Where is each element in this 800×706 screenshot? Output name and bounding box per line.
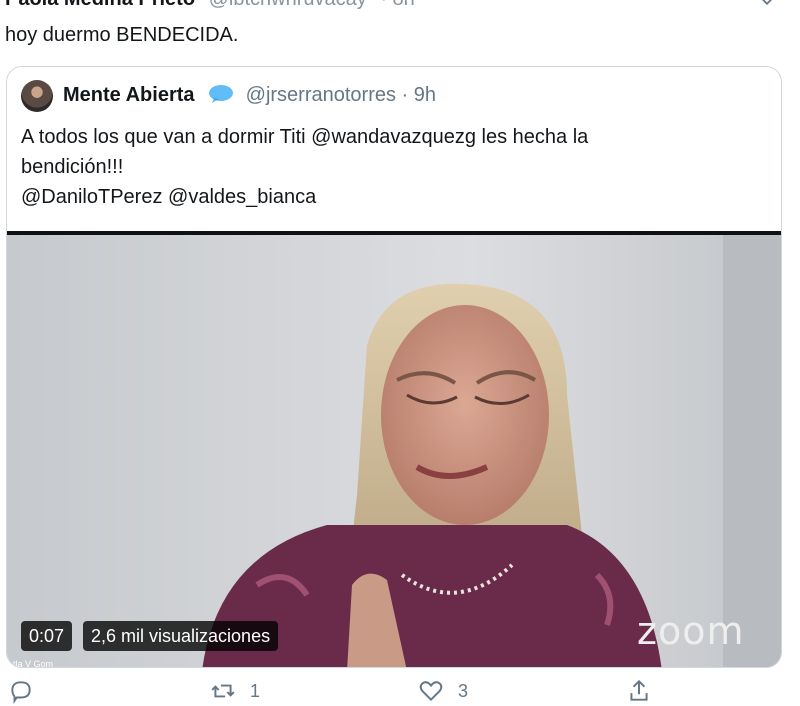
video-frame: tla V Gom — [7, 235, 781, 668]
heart-icon — [419, 681, 443, 702]
quoted-author-handle[interactable]: @jrserranotorres · 9h — [246, 84, 436, 106]
quoted-tweet-card[interactable]: Mente Abierta @jrserranotorres · 9h A to… — [6, 66, 782, 668]
video-player[interactable]: tla V Gom 0:07 2,6 mil visualizaciones z… — [7, 231, 781, 668]
quoted-text-line: @DaniloTPerez @valdes_bianca — [21, 186, 317, 208]
quoted-tweet-text: A todos los que van a dormir Titi @wanda… — [21, 122, 761, 212]
video-corner-text: tla V Gom — [13, 659, 53, 668]
retweet-icon — [211, 684, 235, 698]
tweet-text: hoy duermo BENDECIDA. — [5, 24, 239, 46]
quoted-tweet-header: Mente Abierta @jrserranotorres · 9h — [63, 84, 436, 107]
video-duration-badge: 0:07 — [21, 621, 73, 651]
like-count: 3 — [458, 680, 469, 701]
zoom-watermark: zoom — [637, 609, 745, 653]
chevron-down-icon[interactable] — [756, 0, 778, 12]
author-name[interactable]: Paola Medina Prieto — [5, 0, 195, 10]
avatar[interactable] — [21, 80, 53, 112]
speech-bubble-icon — [209, 85, 234, 103]
share-icon — [630, 679, 648, 701]
video-views-badge: 2,6 mil visualizaciones — [83, 621, 279, 651]
author-handle[interactable]: @ibtchwhruvacay — [209, 0, 367, 10]
retweet-count: 1 — [250, 680, 261, 701]
quoted-text-line: bendición!!! — [21, 156, 124, 178]
tweet-header: Paola Medina Prieto @ibtchwhruvacay · 8h — [5, 0, 705, 12]
reply-icon — [11, 681, 31, 704]
quoted-author-name[interactable]: Mente Abierta — [63, 84, 195, 106]
quoted-text-line: A todos los que van a dormir Titi @wanda… — [21, 126, 589, 148]
tweet-time[interactable]: · 8h — [380, 0, 414, 10]
